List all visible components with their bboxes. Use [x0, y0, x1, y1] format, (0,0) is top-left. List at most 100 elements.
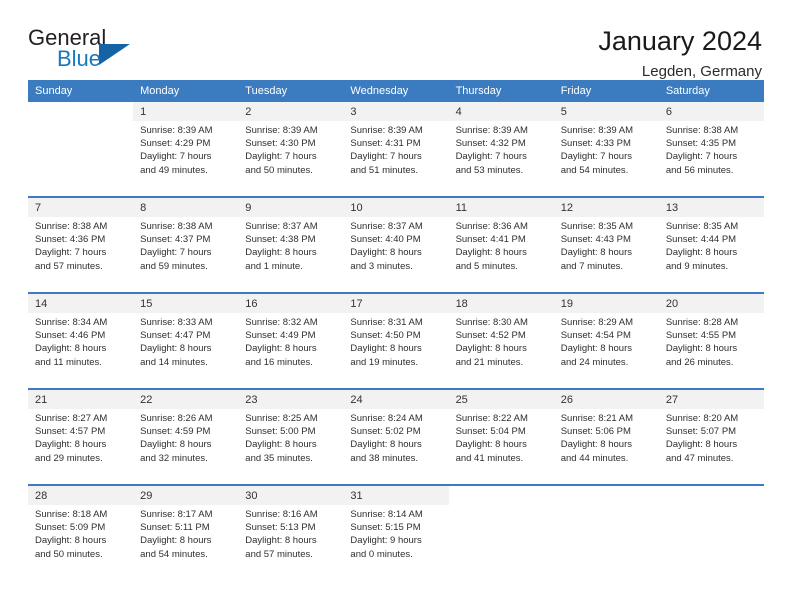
day-info-line: Daylight: 7 hours — [245, 151, 317, 163]
day-cell[interactable]: Sunrise: 8:28 AM Sunset: 4:55 PM Daylight:… — [658, 313, 764, 384]
page-header: General Blue January 2024 Legden, German… — [28, 0, 764, 81]
day-info-line: Daylight: 8 hours — [35, 343, 107, 355]
day-info-line: Sunset: 4:35 PM — [665, 138, 737, 150]
day-cell[interactable]: Sunrise: 8:25 AM Sunset: 5:00 PM Daylight:… — [238, 409, 344, 480]
day-number[interactable]: 22 — [133, 388, 239, 409]
day-number[interactable]: 30 — [238, 484, 344, 505]
day-info-line: and 54 minutes. — [560, 164, 629, 176]
day-info-line: Sunset: 4:40 PM — [350, 234, 421, 246]
day-number[interactable]: 2 — [238, 102, 344, 121]
day-cell[interactable]: Sunrise: 8:35 AM Sunset: 4:44 PM Daylight:… — [658, 217, 764, 288]
day-cell[interactable]: Sunrise: 8:38 AM Sunset: 4:36 PM Daylight:… — [28, 217, 134, 288]
day-info-line: Sunset: 5:11 PM — [140, 522, 210, 534]
day-info-line: Sunrise: 8:38 AM — [35, 221, 108, 232]
day-cell[interactable]: Sunrise: 8:39 AM Sunset: 4:33 PM Daylight:… — [553, 121, 659, 192]
day-number[interactable]: 17 — [343, 292, 449, 313]
day-number[interactable]: 21 — [28, 388, 134, 409]
day-info-line: Sunrise: 8:27 AM — [35, 413, 108, 424]
day-cell[interactable]: Sunrise: 8:26 AM Sunset: 4:59 PM Daylight:… — [133, 409, 239, 480]
day-cell[interactable]: Sunrise: 8:20 AM Sunset: 5:07 PM Daylight:… — [658, 409, 764, 480]
day-cell[interactable]: Sunrise: 8:34 AM Sunset: 4:46 PM Daylight:… — [28, 313, 134, 384]
day-info-line: Sunset: 4:41 PM — [455, 234, 526, 246]
day-cell[interactable]: Sunrise: 8:30 AM Sunset: 4:52 PM Daylight:… — [448, 313, 554, 384]
day-cell[interactable]: Sunrise: 8:24 AM Sunset: 5:02 PM Daylight:… — [343, 409, 449, 480]
day-info-line: Sunrise: 8:38 AM — [665, 125, 739, 136]
day-number[interactable]: 8 — [133, 196, 239, 217]
day-info-line: Sunrise: 8:29 AM — [560, 317, 634, 328]
day-number[interactable]: 23 — [238, 388, 344, 409]
day-info-line: Sunset: 5:06 PM — [560, 426, 631, 438]
day-info-line: Sunrise: 8:39 AM — [455, 125, 528, 136]
day-info-line: Sunset: 4:50 PM — [350, 330, 421, 342]
day-info-line: Sunset: 4:33 PM — [560, 138, 631, 150]
day-info-line: and 50 minutes. — [35, 548, 103, 560]
day-info-line: Daylight: 8 hours — [455, 439, 527, 451]
day-number[interactable]: 20 — [658, 292, 764, 313]
day-info-line: Daylight: 8 hours — [350, 343, 422, 355]
day-cell[interactable]: Sunrise: 8:39 AM Sunset: 4:32 PM Daylight:… — [448, 121, 554, 192]
day-cell[interactable]: Sunrise: 8:17 AM Sunset: 5:11 PM Daylight:… — [133, 505, 239, 576]
day-info-line: Daylight: 8 hours — [665, 343, 738, 355]
day-cell-empty — [553, 505, 659, 576]
day-number[interactable]: 12 — [553, 196, 659, 217]
day-number[interactable]: 19 — [553, 292, 659, 313]
day-info-line: Sunrise: 8:30 AM — [455, 317, 528, 328]
day-number[interactable]: 15 — [133, 292, 239, 313]
weekday-header-tuesday: Tuesday — [238, 80, 344, 102]
day-cell[interactable]: Sunrise: 8:33 AM Sunset: 4:47 PM Daylight:… — [133, 313, 239, 384]
day-cell[interactable]: Sunrise: 8:38 AM Sunset: 4:35 PM Daylight:… — [658, 121, 764, 192]
day-cell[interactable]: Sunrise: 8:16 AM Sunset: 5:13 PM Daylight:… — [238, 505, 344, 576]
day-number[interactable]: 25 — [448, 388, 554, 409]
day-info-line: Sunset: 4:44 PM — [665, 234, 737, 246]
day-info-line: Sunset: 4:38 PM — [245, 234, 316, 246]
day-number[interactable]: 5 — [553, 102, 659, 121]
day-info-line: Sunset: 4:57 PM — [35, 426, 106, 438]
week-row: 14 15 16 17 18 19 20 — [28, 292, 764, 313]
day-info-line: and 59 minutes. — [140, 260, 208, 272]
day-cell[interactable]: Sunrise: 8:35 AM Sunset: 4:43 PM Daylight:… — [553, 217, 659, 288]
day-number[interactable]: 26 — [553, 388, 659, 409]
day-info-line: Sunrise: 8:28 AM — [665, 317, 739, 328]
day-info-line: Sunset: 4:52 PM — [455, 330, 526, 342]
day-number[interactable]: 9 — [238, 196, 344, 217]
day-number[interactable]: 28 — [28, 484, 134, 505]
day-info-line: Daylight: 8 hours — [455, 247, 527, 259]
day-cell[interactable]: Sunrise: 8:29 AM Sunset: 4:54 PM Daylight:… — [553, 313, 659, 384]
day-cell[interactable]: Sunrise: 8:22 AM Sunset: 5:04 PM Daylight:… — [448, 409, 554, 480]
day-cell[interactable]: Sunrise: 8:31 AM Sunset: 4:50 PM Daylight:… — [343, 313, 449, 384]
day-cell[interactable]: Sunrise: 8:27 AM Sunset: 4:57 PM Daylight:… — [28, 409, 134, 480]
day-number[interactable]: 1 — [133, 102, 239, 121]
day-cell[interactable]: Sunrise: 8:32 AM Sunset: 4:49 PM Daylight:… — [238, 313, 344, 384]
day-cell[interactable]: Sunrise: 8:36 AM Sunset: 4:41 PM Daylight:… — [448, 217, 554, 288]
day-info-line: Daylight: 8 hours — [350, 439, 422, 451]
day-cell[interactable]: Sunrise: 8:39 AM Sunset: 4:30 PM Daylight:… — [238, 121, 344, 192]
day-info-line: and 26 minutes. — [665, 356, 734, 368]
day-number[interactable]: 4 — [448, 102, 554, 121]
day-number[interactable]: 14 — [28, 292, 134, 313]
day-number[interactable]: 29 — [133, 484, 239, 505]
day-info-line: Daylight: 7 hours — [665, 151, 738, 163]
day-info-line: Sunrise: 8:39 AM — [560, 125, 634, 136]
day-cell[interactable]: Sunrise: 8:37 AM Sunset: 4:38 PM Daylight:… — [238, 217, 344, 288]
day-number[interactable]: 10 — [343, 196, 449, 217]
day-cell[interactable]: Sunrise: 8:21 AM Sunset: 5:06 PM Daylight:… — [553, 409, 659, 480]
day-cell[interactable]: Sunrise: 8:18 AM Sunset: 5:09 PM Daylight:… — [28, 505, 134, 576]
day-number[interactable]: 3 — [343, 102, 449, 121]
day-number[interactable]: 18 — [448, 292, 554, 313]
day-cell[interactable]: Sunrise: 8:37 AM Sunset: 4:40 PM Daylight:… — [343, 217, 449, 288]
day-number[interactable]: 27 — [658, 388, 764, 409]
day-number[interactable]: 16 — [238, 292, 344, 313]
day-info-line: and 54 minutes. — [140, 548, 208, 560]
day-number[interactable]: 7 — [28, 196, 134, 217]
day-number[interactable]: 6 — [658, 102, 764, 121]
day-cell[interactable]: Sunrise: 8:38 AM Sunset: 4:37 PM Daylight:… — [133, 217, 239, 288]
title-block: January 2024 Legden, Germany — [598, 26, 764, 82]
day-number[interactable]: 13 — [658, 196, 764, 217]
day-cell[interactable]: Sunrise: 8:14 AM Sunset: 5:15 PM Daylight:… — [343, 505, 449, 576]
day-cell[interactable]: Sunrise: 8:39 AM Sunset: 4:29 PM Daylight:… — [133, 121, 239, 192]
day-number[interactable]: 11 — [448, 196, 554, 217]
day-cell[interactable]: Sunrise: 8:39 AM Sunset: 4:31 PM Daylight:… — [343, 121, 449, 192]
day-number[interactable]: 24 — [343, 388, 449, 409]
day-number[interactable]: 31 — [343, 484, 449, 505]
day-info-line: Daylight: 7 hours — [455, 151, 527, 163]
